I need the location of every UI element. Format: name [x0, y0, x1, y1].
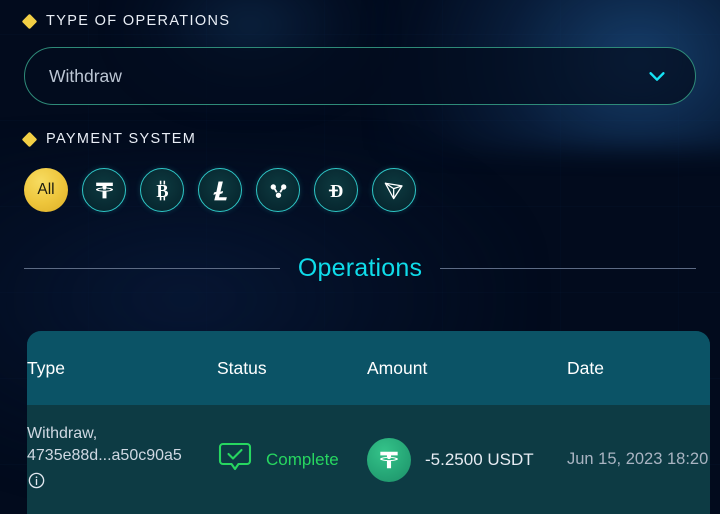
cell-type: Withdraw, 4735e88d...a50c90a5 — [27, 424, 217, 496]
diamond-bullet-icon — [21, 13, 38, 29]
column-header-date: Date — [567, 357, 604, 378]
ripple-icon — [266, 178, 291, 203]
dogecoin-icon: D — [324, 178, 349, 203]
operations-heading: Operations — [0, 254, 720, 283]
chevron-down-icon[interactable] — [646, 65, 668, 87]
table-row[interactable]: Withdraw, 4735e88d...a50c90a5 Complete -… — [27, 405, 710, 514]
operations-table: Type Status Amount Date Withdraw, 4735e8… — [27, 331, 710, 514]
info-icon[interactable] — [27, 471, 217, 495]
column-header-amount: Amount — [367, 357, 428, 378]
payment-system-label-row: PAYMENT SYSTEM — [0, 131, 720, 147]
table-header-row: Type Status Amount Date — [27, 331, 710, 405]
type-of-operations-selected-value: Withdraw — [49, 65, 122, 86]
payment-chip-ltc[interactable] — [198, 168, 242, 212]
tron-icon — [382, 178, 407, 203]
operations-title: Operations — [297, 254, 423, 282]
tether-icon — [367, 437, 411, 482]
cell-date: Jun 15, 2023 18:20 — [567, 450, 710, 469]
payment-chip-trx[interactable] — [372, 168, 416, 212]
type-of-operations-select[interactable]: Withdraw — [24, 47, 696, 105]
date-value: Jun 15, 2023 18:20 — [567, 450, 709, 468]
bitcoin-icon: B — [150, 178, 175, 203]
payment-chip-btc[interactable]: B — [140, 168, 184, 212]
svg-text:B: B — [156, 181, 168, 201]
payment-chip-doge[interactable]: D — [314, 168, 358, 212]
payment-chip-xrp[interactable] — [256, 168, 300, 212]
payment-system-chip-list: All B D — [0, 168, 720, 212]
type-of-operations-select-wrap: Withdraw — [0, 47, 720, 105]
withdraw-operations-page: TYPE OF OPERATIONS Withdraw PAYMENT SYST… — [0, 0, 720, 514]
type-of-operations-label: TYPE OF OPERATIONS — [46, 13, 231, 29]
payment-chip-all[interactable]: All — [24, 168, 68, 212]
payment-chip-all-label: All — [37, 181, 55, 198]
cell-amount: -5.2500 USDT — [367, 437, 567, 482]
diamond-bullet-icon — [21, 131, 38, 147]
operation-hash: 4735e88d...a50c90a5 — [27, 447, 182, 464]
litecoin-icon — [208, 178, 233, 203]
amount-value: -5.2500 USDT — [425, 449, 534, 469]
tether-icon — [92, 178, 117, 203]
payment-system-label: PAYMENT SYSTEM — [46, 131, 197, 147]
cell-status: Complete — [217, 439, 367, 480]
operation-type: Withdraw, — [27, 424, 98, 442]
column-header-status: Status — [217, 357, 267, 378]
check-bubble-icon — [217, 439, 253, 480]
divider-left — [24, 267, 280, 270]
column-header-type: Type — [27, 357, 65, 378]
type-of-operations-label-row: TYPE OF OPERATIONS — [0, 0, 720, 29]
status-badge: Complete — [266, 449, 339, 469]
payment-chip-usdt[interactable] — [82, 168, 126, 212]
divider-right — [440, 267, 697, 270]
